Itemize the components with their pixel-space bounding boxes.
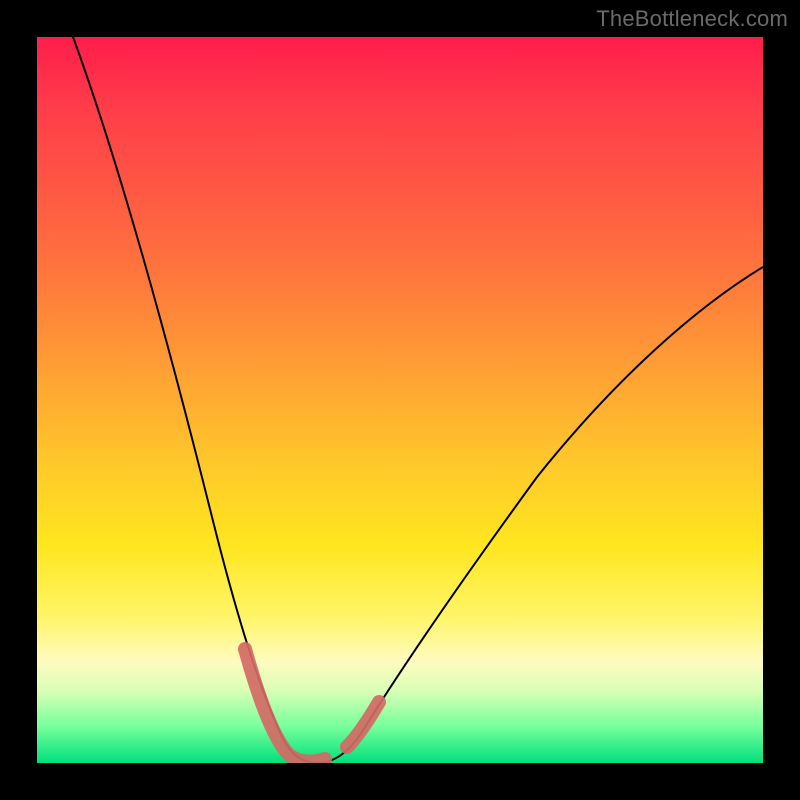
plot-area [37,37,763,763]
curve-layer [37,37,763,763]
highlight-right [347,702,379,747]
highlight-left [245,649,325,762]
watermark-text: TheBottleneck.com [596,6,788,32]
bottleneck-curve [73,37,763,763]
